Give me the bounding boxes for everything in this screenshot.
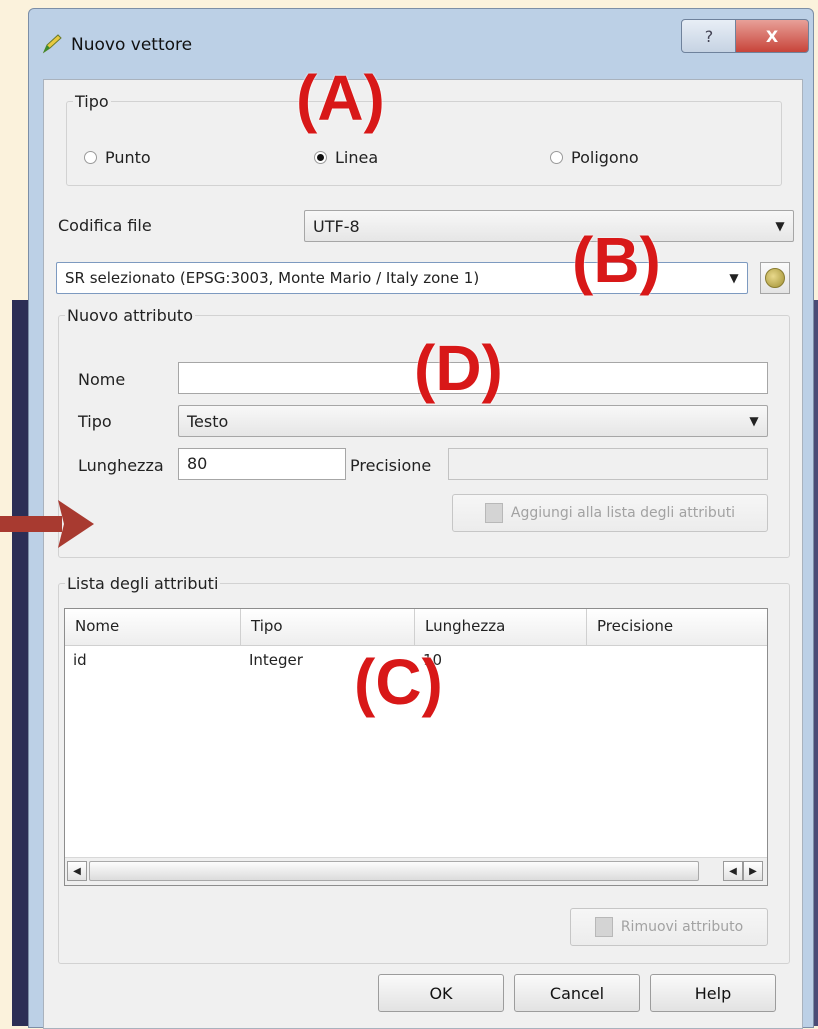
globe-icon [765,268,785,288]
column-header-tipo[interactable]: Tipo [241,609,415,645]
attribute-list-legend: Lista degli attributi [67,574,219,593]
annotation-c: (C) [354,646,443,718]
remove-attribute-button[interactable]: Rimuovi attributo [570,908,768,946]
help-button[interactable]: Help [650,974,776,1012]
table-header: Nome Tipo Lunghezza Precisione [65,609,767,646]
close-button[interactable]: X [735,19,809,53]
radio-poligono[interactable]: Poligono [550,148,639,167]
remove-attribute-label: Rimuovi attributo [620,919,744,935]
scroll-left-icon[interactable]: ◀ [67,861,87,881]
remove-table-icon [594,917,613,937]
attribute-type-combobox[interactable]: Testo ▼ [178,405,768,437]
scroll-left-icon-2[interactable]: ◀ [723,861,743,881]
precision-label: Precisione [350,456,432,475]
encoding-label: Codifica file [58,216,152,235]
dialog-client-area: Tipo Punto Linea Poligono Codifica file … [43,79,803,1029]
pen-icon [42,34,62,54]
cell-nome: id [73,651,87,669]
column-header-lunghezza[interactable]: Lunghezza [415,609,587,645]
add-attribute-label: Aggiungi alla lista degli attributi [510,505,736,521]
radio-linea-label: Linea [335,148,379,167]
radio-poligono-label: Poligono [571,148,639,167]
radio-punto-indicator[interactable] [84,151,97,164]
radio-punto-label: Punto [105,148,151,167]
horizontal-scrollbar[interactable]: ◀ ◀ ▶ [65,857,767,885]
chevron-down-icon[interactable]: ▼ [767,219,793,233]
add-attribute-button[interactable]: Aggiungi alla lista degli attributi [452,494,768,532]
arrow-icon [0,500,94,548]
tipo-group: Tipo [66,92,782,186]
crs-select-button[interactable] [760,262,790,294]
window-title: Nuovo vettore [71,35,193,55]
scroll-thumb[interactable] [89,861,699,881]
precision-input[interactable] [448,448,768,480]
column-header-precisione[interactable]: Precisione [587,609,767,645]
name-label: Nome [78,370,126,389]
annotation-a: (A) [296,62,385,134]
chevron-down-icon[interactable]: ▼ [721,271,747,285]
tipo-group-legend: Tipo [75,92,109,111]
length-label: Lunghezza [78,456,164,475]
encoding-value: UTF-8 [313,216,360,236]
chevron-down-icon[interactable]: ▼ [741,414,767,428]
radio-linea-indicator[interactable] [314,151,327,164]
help-title-button[interactable]: ? [681,19,737,53]
type-label: Tipo [78,412,112,431]
new-attribute-legend: Nuovo attributo [67,306,193,325]
encoding-combobox[interactable]: UTF-8 ▼ [304,210,794,242]
title-bar[interactable]: Nuovo vettore ? X [29,9,813,79]
ok-button[interactable]: OK [378,974,504,1012]
annotation-b: (B) [572,224,661,296]
add-table-icon [484,503,503,523]
column-header-nome[interactable]: Nome [65,609,241,645]
scroll-right-icon[interactable]: ▶ [743,861,763,881]
radio-punto[interactable]: Punto [84,148,151,167]
attribute-type-value: Testo [187,411,229,431]
annotation-d: (D) [414,332,503,404]
length-input[interactable]: 80 [178,448,346,480]
cell-precisione [587,647,767,673]
radio-linea[interactable]: Linea [314,148,378,167]
radio-poligono-indicator[interactable] [550,151,563,164]
cancel-button[interactable]: Cancel [514,974,640,1012]
